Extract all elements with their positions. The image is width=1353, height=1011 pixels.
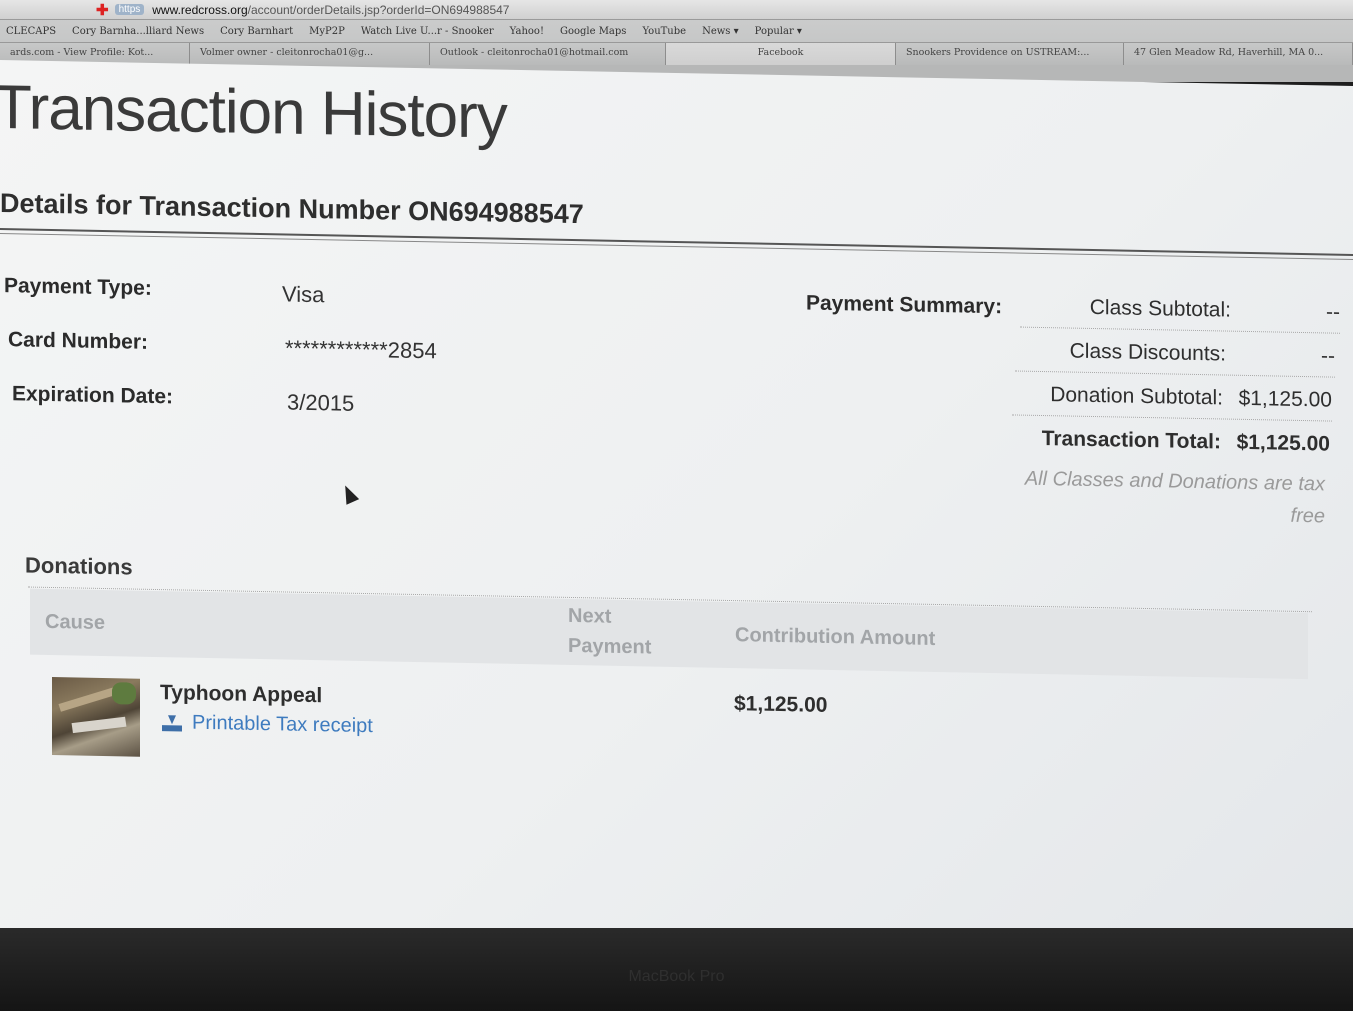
browser-tab[interactable]: Outlook - cleitonrocha01@hotmail.com — [430, 43, 666, 65]
payment-type-value: Visa — [282, 281, 325, 308]
divider — [0, 233, 1353, 260]
column-header-next-payment: Next Payment — [568, 601, 651, 663]
red-cross-favicon-icon: ✚ — [96, 1, 109, 19]
bookmark-item[interactable]: Watch Live U...r - Snooker — [361, 26, 494, 37]
expiration-date-value: 3/2015 — [287, 389, 355, 416]
class-discounts-row: Class Discounts: -- — [1015, 329, 1335, 378]
mouse-cursor-icon — [338, 482, 360, 505]
transaction-total-label: Transaction Total: — [1041, 427, 1221, 454]
page-content: Transaction History Details for Transact… — [0, 60, 1353, 956]
card-number-label: Card Number: — [8, 328, 149, 354]
bookmark-item[interactable]: Yahoo! — [510, 26, 544, 37]
bookmark-item[interactable]: News ▾ — [702, 26, 739, 37]
printable-tax-receipt-link[interactable]: Printable Tax receipt — [162, 711, 373, 738]
contribution-amount: $1,125.00 — [734, 692, 828, 717]
column-header-contribution: Contribution Amount — [735, 624, 936, 650]
next-payment-line1: Next — [568, 604, 612, 628]
bookmark-item[interactable]: Cory Barnha...lliard News — [72, 26, 204, 37]
donation-subtotal-label: Donation Subtotal: — [1050, 382, 1223, 409]
class-subtotal-row: Class Subtotal: -- — [1020, 285, 1340, 334]
download-arrow — [168, 714, 176, 724]
card-number-value: ************2854 — [285, 335, 437, 364]
donations-table-header: Cause Next Payment Contribution Amount — [30, 588, 1308, 680]
url-path: /account/orderDetails.jsp?orderId=ON6949… — [247, 2, 510, 17]
next-payment-line2: Payment — [568, 634, 652, 659]
thumbnail-detail — [71, 716, 127, 734]
tax-free-note: All Classes and Donations are tax free — [1024, 467, 1325, 528]
class-subtotal-value: -- — [1326, 299, 1340, 324]
laptop-bezel: MacBook Pro — [0, 928, 1353, 1011]
page-title: Transaction History — [0, 72, 507, 152]
divider — [0, 228, 1353, 256]
donation-subtotal-row: Donation Subtotal: $1,125.00 — [1012, 373, 1332, 422]
payment-summary-heading: Payment Summary: — [806, 291, 1003, 319]
browser-tab[interactable]: 47 Glen Meadow Rd, Haverhill, MA 0... — [1124, 43, 1353, 65]
bookmark-item[interactable]: Popular ▾ — [755, 26, 802, 37]
receipt-link-label: Printable Tax receipt — [192, 711, 373, 738]
url-host: www.redcross.org — [152, 2, 248, 17]
bezel-label: MacBook Pro — [628, 968, 725, 985]
bookmark-item[interactable]: MyP2P — [309, 26, 345, 37]
class-discounts-value: -- — [1321, 343, 1335, 368]
class-discounts-label: Class Discounts: — [1069, 339, 1226, 366]
expiration-date-label: Expiration Date: — [12, 382, 174, 409]
download-tray — [162, 724, 182, 731]
transaction-total-value: $1,125.00 — [1236, 430, 1330, 456]
donations-heading: Donations — [25, 552, 133, 580]
bookmark-item[interactable]: Cory Barnhart — [220, 26, 293, 37]
browser-tab[interactable]: Volmer owner - cleitonrocha01@g... — [190, 43, 430, 65]
bookmark-item[interactable]: Google Maps — [560, 26, 626, 37]
bookmark-item[interactable]: CLECAPS — [6, 26, 56, 37]
download-icon — [162, 714, 182, 731]
class-subtotal-label: Class Subtotal: — [1089, 295, 1231, 322]
payment-type-label: Payment Type: — [4, 274, 152, 300]
address-bar[interactable]: ✚ https www.redcross.org/account/orderDe… — [0, 0, 1353, 20]
thumbnail-detail — [112, 682, 136, 705]
typhoon-thumbnail-image — [52, 676, 140, 757]
https-badge: https — [114, 4, 145, 15]
donation-subtotal-value: $1,125.00 — [1238, 386, 1332, 412]
bookmark-item[interactable]: YouTube — [642, 26, 686, 37]
browser-tab[interactable]: Snookers Providence on USTREAM:... — [896, 43, 1124, 65]
transaction-details-title: Details for Transaction Number ON6949885… — [0, 188, 584, 230]
transaction-total-row: Transaction Total: $1,125.00 — [1010, 417, 1330, 465]
browser-tab-active[interactable]: Facebook — [666, 43, 896, 65]
cause-name: Typhoon Appeal — [160, 681, 323, 708]
bookmarks-bar: CLECAPS Cory Barnha...lliard News Cory B… — [0, 20, 1353, 42]
column-header-cause: Cause — [45, 610, 106, 635]
